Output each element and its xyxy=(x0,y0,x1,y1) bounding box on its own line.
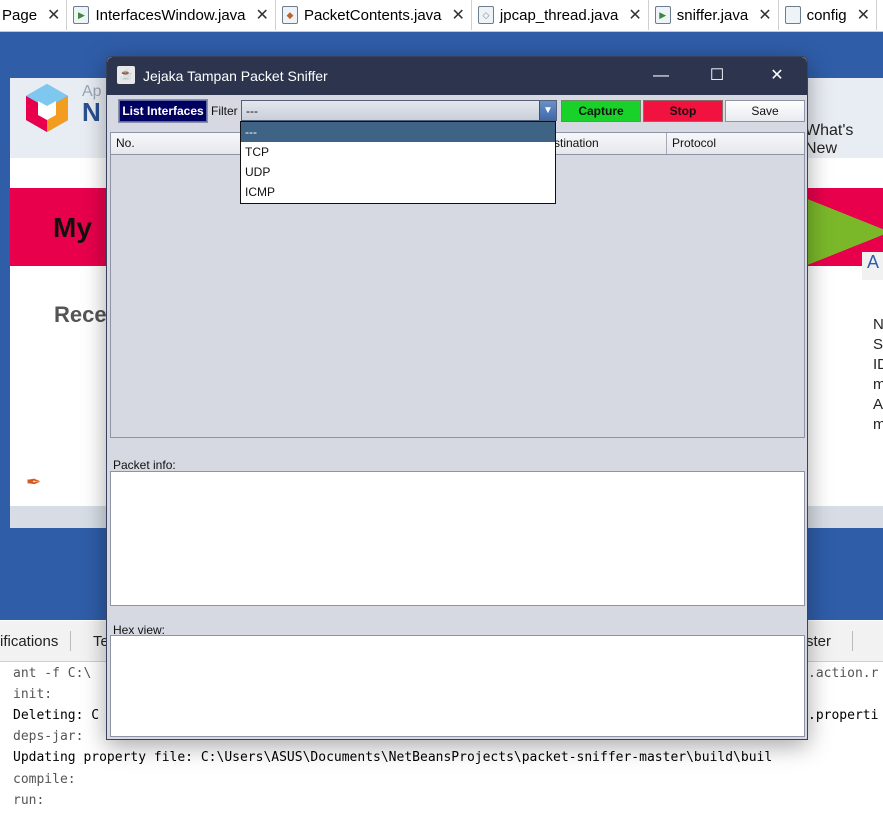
tab-label: config xyxy=(806,6,847,24)
editor-tab-config[interactable]: config ✕ xyxy=(779,0,878,30)
close-icon[interactable]: ✕ xyxy=(452,5,465,25)
close-icon[interactable]: ✕ xyxy=(857,5,870,25)
close-icon[interactable]: ✕ xyxy=(256,5,269,25)
tab-label: sniffer.java xyxy=(676,6,749,24)
output-line: Updating property file: C:\Users\ASUS\Do… xyxy=(13,750,773,765)
java-class-icon: ◇ xyxy=(477,6,494,24)
filter-option-udp[interactable]: UDP xyxy=(241,162,555,182)
filter-selected-value: --- xyxy=(246,104,258,118)
netbeans-logo-icon xyxy=(26,84,68,132)
capture-button[interactable]: Capture xyxy=(561,100,641,122)
save-button[interactable]: Save xyxy=(725,100,805,122)
close-button[interactable]: ✕ xyxy=(757,63,797,89)
tab-label: Page xyxy=(2,6,38,24)
filter-option-tcp[interactable]: TCP xyxy=(241,142,555,162)
window-title-bar[interactable]: ☕ Jejaka Tampan Packet Sniffer — ☐ ✕ xyxy=(107,57,807,95)
file-icon xyxy=(784,6,801,24)
java-app-icon: ☕ xyxy=(117,66,135,84)
output-line: deps-jar: xyxy=(13,729,84,744)
close-icon[interactable]: ✕ xyxy=(758,5,771,25)
packet-info-textarea[interactable] xyxy=(110,471,805,606)
filter-label: Filter xyxy=(211,104,238,118)
editor-tab-interfaceswindow[interactable]: ▶ InterfacesWindow.java ✕ xyxy=(67,0,276,30)
filter-dropdown[interactable]: --- ▼ xyxy=(241,100,557,121)
output-line: init: xyxy=(13,687,53,702)
close-icon[interactable]: ✕ xyxy=(47,5,60,25)
java-file-icon: ▶ xyxy=(73,6,90,24)
filter-option-icmp[interactable]: ICMP xyxy=(241,182,555,202)
packet-info-label: Packet info: xyxy=(113,458,176,472)
tab-divider xyxy=(852,631,853,651)
editor-tab-jpcap-thread[interactable]: ◇ jpcap_thread.java ✕ xyxy=(472,0,649,30)
recent-projects-heading: Rece xyxy=(54,302,107,327)
list-interfaces-button[interactable]: List Interfaces xyxy=(118,99,208,123)
feather-icon: ✒ xyxy=(26,472,42,492)
whats-new-link[interactable]: What's New xyxy=(805,122,883,158)
java-class-icon: ◆ xyxy=(281,6,298,24)
output-tab-master[interactable]: ster xyxy=(806,633,831,650)
editor-tab-bar: Page ✕ ▶ InterfacesWindow.java ✕ ◆ Packe… xyxy=(0,0,883,32)
window-title: Jejaka Tampan Packet Sniffer xyxy=(143,68,328,84)
editor-tab-start-page[interactable]: Page ✕ xyxy=(0,0,68,30)
side-text: N St ID m A m xyxy=(873,316,883,433)
maximize-button[interactable]: ☐ xyxy=(697,63,737,89)
column-header-destination[interactable]: stination xyxy=(549,133,667,154)
hero-title: My xyxy=(53,212,92,243)
close-icon[interactable]: ✕ xyxy=(628,5,641,25)
netbeans-wordmark: Ap N xyxy=(82,83,102,127)
output-line: compile: xyxy=(13,772,76,787)
output-tab-notifications[interactable]: ifications xyxy=(0,633,58,650)
output-line: ant -f C:\ xyxy=(13,666,92,681)
stop-button[interactable]: Stop xyxy=(643,100,723,122)
output-line-tail: .properti xyxy=(808,708,879,723)
dropdown-arrow-icon[interactable]: ▼ xyxy=(539,101,556,120)
output-line: run: xyxy=(13,793,45,808)
editor-tab-packetcontents[interactable]: ◆ PacketContents.java ✕ xyxy=(276,0,472,30)
editor-tab-sniffer[interactable]: ▶ sniffer.java ✕ xyxy=(649,0,779,30)
tab-label: jpcap_thread.java xyxy=(499,6,619,24)
filter-option-none[interactable]: --- xyxy=(241,122,555,142)
output-line: Deleting: C xyxy=(13,708,100,723)
column-header-protocol[interactable]: Protocol xyxy=(667,133,804,154)
tab-label: PacketContents.java xyxy=(303,6,442,24)
java-file-icon: ▶ xyxy=(654,6,671,24)
tab-label: InterfacesWindow.java xyxy=(95,6,246,24)
side-tab[interactable]: A xyxy=(862,252,883,280)
minimize-button[interactable]: — xyxy=(641,63,681,89)
tab-divider xyxy=(70,631,71,651)
output-line-tail: .action.r xyxy=(808,666,879,681)
filter-dropdown-list: --- TCP UDP ICMP xyxy=(240,121,556,204)
hex-view-textarea[interactable] xyxy=(110,635,805,737)
